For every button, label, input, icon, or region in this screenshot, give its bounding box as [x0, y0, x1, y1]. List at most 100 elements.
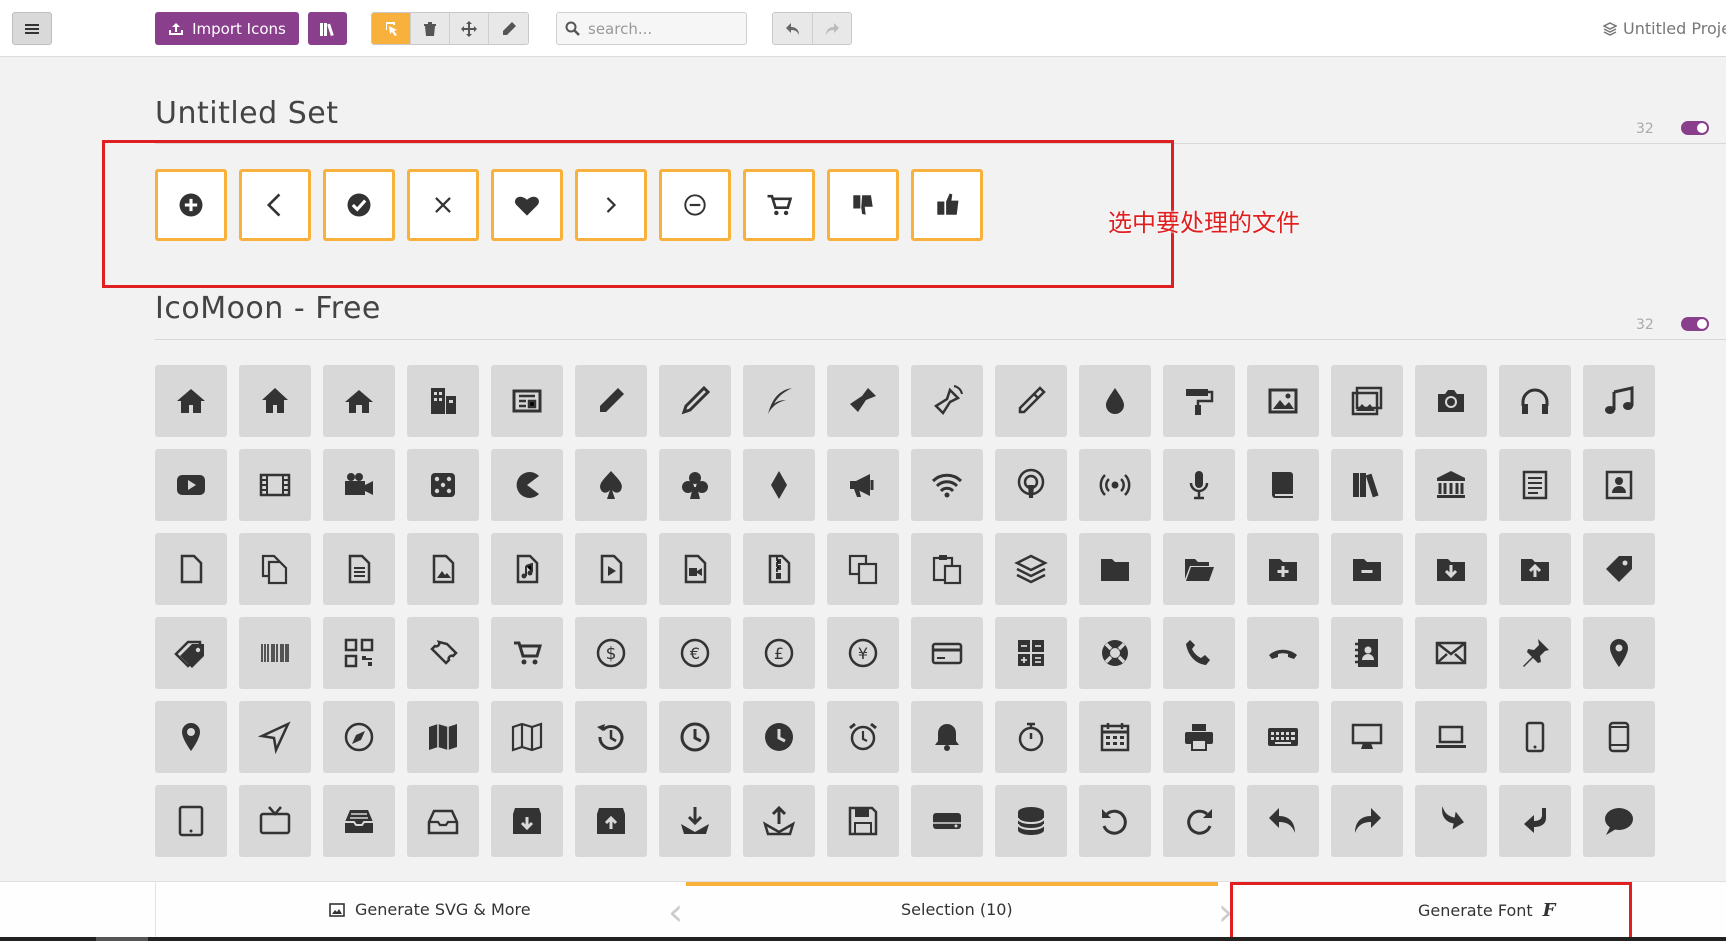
glyph-tile[interactable] — [1163, 617, 1235, 689]
glyph-tile[interactable] — [1331, 785, 1403, 857]
glyph-tile[interactable] — [995, 533, 1067, 605]
glyph-tile[interactable] — [155, 449, 227, 521]
glyph-tile[interactable] — [827, 449, 899, 521]
horizontal-scrollbar[interactable] — [0, 937, 1726, 941]
glyph-tile[interactable] — [1415, 533, 1487, 605]
glyph-tile[interactable] — [155, 365, 227, 437]
glyph-tile[interactable] — [1331, 365, 1403, 437]
glyph-tile[interactable] — [995, 701, 1067, 773]
project-title[interactable]: Untitled Proje — [1603, 19, 1726, 38]
select-tool[interactable] — [372, 13, 411, 44]
set-visibility-toggle[interactable] — [1681, 317, 1709, 331]
glyph-tile[interactable] — [1247, 449, 1319, 521]
glyph-tile[interactable] — [743, 449, 815, 521]
glyph-tile[interactable] — [491, 365, 563, 437]
glyph-tile[interactable] — [491, 785, 563, 857]
glyph-tile[interactable] — [659, 533, 731, 605]
glyph-tile[interactable]: € — [659, 617, 731, 689]
glyph-tile[interactable] — [659, 701, 731, 773]
glyph-tile[interactable]: ¥ — [827, 617, 899, 689]
glyph-tile[interactable] — [1415, 785, 1487, 857]
glyph-tile[interactable] — [911, 617, 983, 689]
glyph-tile[interactable] — [911, 701, 983, 773]
glyph-tile[interactable] — [323, 449, 395, 521]
scrollbar-thumb[interactable] — [96, 937, 148, 941]
glyph-tile[interactable] — [827, 785, 899, 857]
glyph-tile[interactable] — [1331, 701, 1403, 773]
glyph-tile[interactable] — [995, 785, 1067, 857]
glyph-tile[interactable] — [1079, 533, 1151, 605]
glyph-tile[interactable] — [1079, 365, 1151, 437]
glyph-tile[interactable] — [659, 785, 731, 857]
glyph-tile[interactable] — [1415, 365, 1487, 437]
glyph-tile[interactable] — [323, 365, 395, 437]
glyph-tile[interactable] — [407, 365, 479, 437]
glyph-tile[interactable] — [1163, 701, 1235, 773]
glyph-tile[interactable] — [491, 449, 563, 521]
glyph-tile[interactable] — [575, 449, 647, 521]
glyph-tile[interactable] — [995, 617, 1067, 689]
glyph-tile[interactable] — [239, 533, 311, 605]
generate-svg-button[interactable]: Generate SVG & More — [329, 900, 531, 919]
glyph-tile[interactable] — [239, 617, 311, 689]
glyph-tile[interactable] — [1499, 533, 1571, 605]
glyph-tile[interactable] — [1415, 617, 1487, 689]
search-input[interactable] — [588, 19, 738, 38]
glyph-tile[interactable] — [323, 617, 395, 689]
glyph-tile[interactable] — [1163, 449, 1235, 521]
glyph-tile[interactable] — [1583, 701, 1655, 773]
glyph-tile[interactable] — [1247, 701, 1319, 773]
glyph-tile[interactable] — [911, 533, 983, 605]
main-menu-button[interactable] — [12, 12, 52, 45]
glyph-tile[interactable]: $ — [575, 617, 647, 689]
glyph-tile[interactable] — [1079, 617, 1151, 689]
glyph-tile[interactable] — [407, 701, 479, 773]
glyph-tile[interactable] — [323, 785, 395, 857]
glyph-tile[interactable] — [491, 701, 563, 773]
glyph-tile[interactable] — [575, 785, 647, 857]
import-icons-button[interactable]: Import Icons — [155, 12, 299, 45]
glyph-tile[interactable] — [995, 449, 1067, 521]
glyph-tile[interactable] — [1583, 785, 1655, 857]
glyph-tile[interactable] — [1415, 449, 1487, 521]
glyph-tile[interactable] — [743, 365, 815, 437]
glyph-tile[interactable] — [1583, 617, 1655, 689]
redo-button[interactable] — [812, 13, 851, 44]
glyph-tile[interactable] — [1331, 449, 1403, 521]
glyph-tile[interactable] — [1247, 617, 1319, 689]
glyph-tile[interactable] — [239, 449, 311, 521]
glyph-tile[interactable] — [743, 785, 815, 857]
glyph-tile[interactable] — [827, 365, 899, 437]
move-tool[interactable] — [450, 13, 489, 44]
glyph-tile[interactable] — [1583, 365, 1655, 437]
glyph-tile[interactable] — [491, 533, 563, 605]
glyph-tile[interactable] — [1331, 617, 1403, 689]
glyph-tile[interactable] — [1583, 533, 1655, 605]
glyph-tile[interactable] — [911, 365, 983, 437]
glyph-tile[interactable] — [407, 785, 479, 857]
glyph-tile[interactable] — [1499, 617, 1571, 689]
glyph-tile[interactable] — [1499, 365, 1571, 437]
glyph-tile[interactable] — [911, 449, 983, 521]
glyph-tile[interactable] — [239, 785, 311, 857]
glyph-tile[interactable] — [1163, 533, 1235, 605]
glyph-tile[interactable] — [1163, 365, 1235, 437]
glyph-tile[interactable] — [1079, 701, 1151, 773]
glyph-tile[interactable] — [827, 533, 899, 605]
glyph-tile[interactable] — [1247, 533, 1319, 605]
glyph-tile[interactable] — [911, 785, 983, 857]
glyph-tile[interactable] — [1079, 449, 1151, 521]
glyph-tile[interactable] — [407, 449, 479, 521]
glyph-tile[interactable] — [1247, 365, 1319, 437]
glyph-tile[interactable] — [407, 617, 479, 689]
glyph-tile[interactable] — [155, 785, 227, 857]
glyph-tile[interactable] — [743, 533, 815, 605]
glyph-tile[interactable] — [575, 533, 647, 605]
glyph-tile[interactable] — [323, 701, 395, 773]
glyph-tile[interactable] — [827, 701, 899, 773]
glyph-tile[interactable] — [407, 533, 479, 605]
glyph-tile[interactable] — [575, 365, 647, 437]
glyph-tile[interactable] — [239, 365, 311, 437]
glyph-tile[interactable] — [575, 701, 647, 773]
glyph-tile[interactable] — [1499, 701, 1571, 773]
